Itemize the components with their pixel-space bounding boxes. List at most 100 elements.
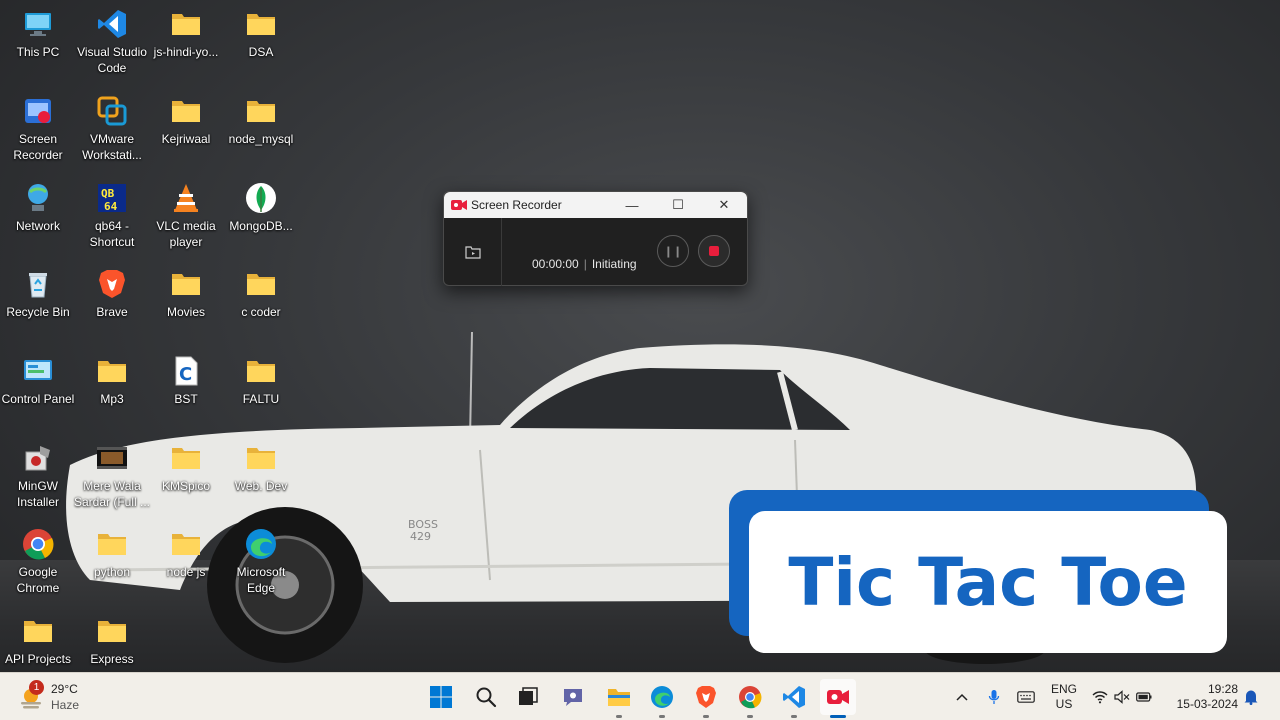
screen-recorder-window[interactable]: Screen Recorder — ☐ ✕ 00:00:00 | Initiat… <box>443 191 748 286</box>
desktop-icon-label: API Projects <box>4 652 72 666</box>
show-hidden-icons-button[interactable] <box>951 673 973 720</box>
desktop-icon-label: MongoDB... <box>229 219 293 233</box>
folder-icon <box>245 355 277 387</box>
quick-settings-button[interactable] <box>1090 673 1154 720</box>
microphone-button[interactable] <box>983 673 1005 720</box>
brave-icon <box>96 268 128 300</box>
folder-icon <box>245 442 277 474</box>
volume-muted-icon <box>1114 690 1130 704</box>
desktop-icon-qb64-shortcut[interactable]: QB 64 qb64 - Shortcut <box>74 178 150 262</box>
stop-button[interactable] <box>698 235 730 267</box>
desktop-icon-visual-studio-code[interactable]: Visual Studio Code <box>74 4 150 88</box>
search-button[interactable] <box>468 679 504 715</box>
desktop-icon-kejriwaal[interactable]: Kejriwaal <box>148 91 224 175</box>
folder-icon <box>170 95 202 127</box>
qb64-icon: QB 64 <box>96 182 128 214</box>
active-indicator <box>830 715 846 718</box>
desktop-icon-label: Google Chrome <box>16 565 60 595</box>
folder-icon <box>170 528 202 560</box>
chrome-button[interactable] <box>732 679 768 718</box>
brave-icon <box>696 686 716 708</box>
notifications-button[interactable] <box>1240 673 1262 720</box>
svg-text:64: 64 <box>104 200 118 213</box>
desktop-icon-mere-wala-sardar-full[interactable]: Mere Wala Sardar (Full ... <box>74 438 150 522</box>
open-folder-button[interactable] <box>444 218 502 286</box>
desktop-icon-control-panel[interactable]: Control Panel <box>0 351 76 435</box>
running-indicator <box>659 715 665 718</box>
taskbar: 1 29°C Haze ENG US 19:28 15-03-2024 <box>0 672 1280 720</box>
desktop-icon-microsoft-edge[interactable]: Microsoft Edge <box>223 524 299 608</box>
svg-text:429: 429 <box>410 530 431 543</box>
folder-icon <box>22 615 54 647</box>
task-view-button[interactable] <box>510 679 546 715</box>
desktop-icon-brave[interactable]: Brave <box>74 264 150 348</box>
desktop-icon-label: Web. Dev <box>234 479 288 493</box>
desktop-icon-label: qb64 - Shortcut <box>89 219 135 249</box>
desktop-icon-label: DSA <box>248 45 274 59</box>
desktop-icon-label: node js <box>166 565 206 579</box>
vmware-icon <box>96 95 128 127</box>
weather-widget[interactable]: 1 29°C Haze <box>18 679 108 715</box>
desktop-icon-vmware-workstati[interactable]: VMware Workstati... <box>74 91 150 175</box>
desktop-icon-movies[interactable]: Movies <box>148 264 224 348</box>
chat-icon <box>564 689 582 706</box>
desktop-icon-kmspico[interactable]: KMSpico <box>148 438 224 522</box>
recorder-title: Screen Recorder <box>471 198 562 212</box>
desktop-icon-label: Express <box>90 652 134 666</box>
desktop-icon-mingw-installer[interactable]: MinGW Installer <box>0 438 76 522</box>
desktop-icon-label: This PC <box>16 45 60 59</box>
mingw-icon <box>22 442 54 474</box>
clock-button[interactable]: 19:28 15-03-2024 <box>1166 673 1238 720</box>
start-button[interactable] <box>423 679 459 715</box>
minimize-button[interactable]: — <box>609 192 655 218</box>
folder-icon <box>96 615 128 647</box>
desktop-icon-mongodb[interactable]: MongoDB... <box>223 178 299 262</box>
touch-keyboard-button[interactable] <box>1014 673 1038 720</box>
desktop-icon-node-js[interactable]: node js <box>148 524 224 608</box>
folder-icon <box>170 8 202 40</box>
weather-alert-badge: 1 <box>29 680 44 695</box>
desktop-icon-label: BST <box>174 392 198 406</box>
recycle-bin-icon <box>22 268 54 300</box>
vscode-button[interactable] <box>776 679 812 718</box>
desktop-icon-mp3[interactable]: Mp3 <box>74 351 150 435</box>
file-explorer-button[interactable] <box>601 679 637 718</box>
mongodb-icon <box>245 182 277 214</box>
desktop-icon-bst[interactable]: C BST <box>148 351 224 435</box>
recorder-titlebar[interactable]: Screen Recorder — ☐ ✕ <box>444 192 747 218</box>
recording-timer: 00:00:00 <box>532 257 579 271</box>
teams-chat-button[interactable] <box>555 679 591 715</box>
chevron-up-icon <box>956 693 968 701</box>
desktop-icon-python[interactable]: python <box>74 524 150 608</box>
screen-recorder-icon <box>451 200 467 210</box>
brave-button[interactable] <box>688 679 724 718</box>
desktop-icon-node-mysql[interactable]: node_mysql <box>223 91 299 175</box>
pause-button[interactable]: ❙❙ <box>657 235 689 267</box>
desktop-icon-this-pc[interactable]: This PC <box>0 4 76 88</box>
desktop-icon-vlc-media-player[interactable]: VLC media player <box>148 178 224 262</box>
battery-icon <box>1136 692 1152 702</box>
desktop-icon-web-dev[interactable]: Web. Dev <box>223 438 299 522</box>
desktop-icon-label: js-hindi-yo... <box>153 45 219 59</box>
maximize-button[interactable]: ☐ <box>655 192 701 218</box>
desktop-icon-recycle-bin[interactable]: Recycle Bin <box>0 264 76 348</box>
desktop-icon-network[interactable]: Network <box>0 178 76 262</box>
desktop-icon-js-hindi-yo[interactable]: js-hindi-yo... <box>148 4 224 88</box>
input-language-indicator[interactable]: ENG US <box>1046 673 1082 720</box>
screen-recorder-button[interactable] <box>820 679 856 718</box>
close-button[interactable]: ✕ <box>701 192 747 218</box>
edge-icon <box>651 686 673 708</box>
desktop-icon-google-chrome[interactable]: Google Chrome <box>0 524 76 608</box>
pause-icon: ❙❙ <box>663 245 683 258</box>
status-separator: | <box>583 257 587 271</box>
keyboard-icon <box>1017 691 1035 703</box>
desktop-icon-screen-recorder[interactable]: Screen Recorder <box>0 91 76 175</box>
desktop-icon-faltu[interactable]: FALTU <box>223 351 299 435</box>
desktop-icon-c-coder[interactable]: c coder <box>223 264 299 348</box>
running-indicator <box>747 715 753 718</box>
screen-recorder-icon <box>827 690 849 704</box>
edge-button[interactable] <box>644 679 680 718</box>
desktop-icon-dsa[interactable]: DSA <box>223 4 299 88</box>
vscode-icon <box>783 686 805 708</box>
weather-temperature: 29°C <box>51 682 78 696</box>
